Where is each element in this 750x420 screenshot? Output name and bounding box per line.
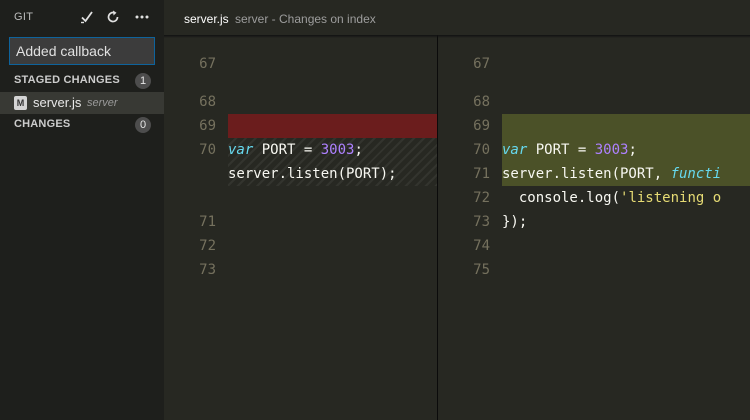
original-pane[interactable]: 67 68 69 var PORT = 3003; 70 server.list…	[164, 35, 437, 420]
code-line: 71	[164, 186, 437, 230]
code-line: 68	[438, 66, 750, 110]
changes-count-badge: 0	[135, 117, 151, 133]
staged-file-row[interactable]: M server.js server	[0, 92, 164, 114]
file-name: server.js	[33, 95, 82, 110]
editor-file-name: server.js	[184, 12, 229, 26]
staged-changes-header[interactable]: STAGED CHANGES 1	[0, 70, 164, 92]
check-icon[interactable]	[78, 8, 96, 26]
code-text: var PORT = 3003;	[228, 142, 363, 158]
commit-message-input[interactable]	[9, 37, 155, 65]
code-line: 72	[164, 210, 437, 254]
sidebar-header: GIT	[0, 0, 164, 35]
line-number: 70	[199, 142, 216, 158]
code-line: 72 });	[438, 162, 750, 230]
code-line: 70 server.listen(PORT);	[164, 114, 437, 182]
staged-changes-label: STAGED CHANGES	[14, 74, 120, 86]
line-number: 73	[199, 262, 216, 278]
more-icon[interactable]	[133, 8, 151, 26]
code-line: 70 server.listen(PORT, functi	[438, 114, 750, 182]
code-text: server.listen(PORT);	[228, 166, 397, 182]
editor-top-shadow	[164, 35, 750, 38]
changes-label: CHANGES	[14, 118, 71, 130]
modified-pane[interactable]: 67 67 68 69 var PORT = 3003; 70 server.l…	[438, 35, 750, 420]
code-line: 75	[438, 234, 750, 278]
code-line: 73	[164, 234, 437, 278]
staged-count-badge: 1	[135, 73, 151, 89]
code-line: 71 console.log('listening o	[438, 138, 750, 206]
editor-description: server - Changes on index	[235, 12, 376, 26]
code-line: 73	[438, 186, 750, 230]
refresh-icon[interactable]	[104, 8, 122, 26]
code-line: 67	[438, 42, 750, 66]
code-line: 68	[164, 66, 437, 110]
git-sidebar: GIT STAGED CHANGES 1 M server.js server …	[0, 0, 164, 420]
code-line: 69 var PORT = 3003;	[164, 90, 437, 158]
file-directory: server	[87, 97, 118, 109]
changes-header[interactable]: CHANGES 0	[0, 114, 164, 136]
code-line: 74	[438, 210, 750, 254]
sidebar-title: GIT	[14, 11, 34, 23]
editor-title-bar: server.js server - Changes on index	[164, 0, 750, 35]
code-line: 69 var PORT = 3003;	[438, 90, 750, 158]
line-number: 75	[473, 262, 490, 278]
modified-icon: M	[14, 96, 27, 110]
